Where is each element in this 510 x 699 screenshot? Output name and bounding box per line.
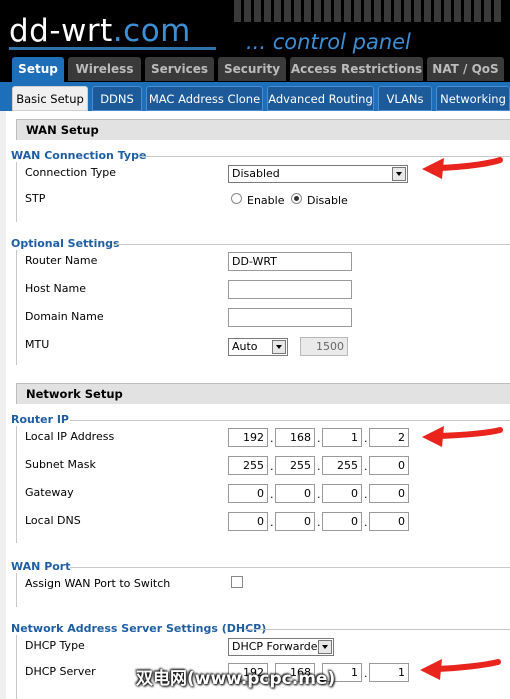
logo-underline <box>9 47 216 50</box>
tagline: ... control panel <box>246 30 411 54</box>
subtab-advanced-routing[interactable]: Advanced Routing <box>267 86 374 111</box>
ip-dot: . <box>317 460 321 473</box>
ip-dot: . <box>317 488 321 501</box>
ip-dot: . <box>317 432 321 445</box>
tab-wireless[interactable]: Wireless <box>68 57 141 81</box>
tab-security[interactable]: Security <box>218 57 286 81</box>
header-banner: dd-wrt.com ... control panel <box>0 0 510 56</box>
host-name-label: Host Name <box>25 282 86 295</box>
section-header-network-setup: Network Setup <box>16 383 510 404</box>
mtu-label: MTU <box>25 338 50 351</box>
red-arrow-icon <box>422 426 503 447</box>
dns-octet-3[interactable]: 0 <box>322 512 362 531</box>
local-ip-octet-2[interactable]: 168 <box>275 428 315 447</box>
local-ip-octet-3[interactable]: 1 <box>322 428 362 447</box>
group-divider <box>114 244 510 245</box>
stp-enable-radio[interactable] <box>231 193 242 204</box>
gateway-label: Gateway <box>25 486 74 499</box>
gateway-octet-1[interactable]: 0 <box>228 484 268 503</box>
dns-octet-4[interactable]: 0 <box>369 512 409 531</box>
local-ip-octet-1[interactable]: 192 <box>228 428 268 447</box>
ip-dot: . <box>364 488 368 501</box>
tab-nat-qos[interactable]: NAT / QoS <box>427 57 504 81</box>
ip-dot: . <box>364 460 368 473</box>
main-tab-bar: Setup Wireless Services Security Access … <box>0 56 510 82</box>
dhcp-type-select[interactable]: DHCP Forwarder <box>228 638 334 656</box>
tab-setup[interactable]: Setup <box>12 57 64 82</box>
ip-dot: . <box>364 516 368 529</box>
dns-octet-1[interactable]: 0 <box>228 512 268 531</box>
group-title-dhcp: Network Address Server Settings (DHCP) <box>11 622 267 635</box>
domain-name-input[interactable] <box>228 308 352 327</box>
group-title-wan-port: WAN Port <box>11 560 71 573</box>
local-ip-label: Local IP Address <box>25 430 115 443</box>
connection-type-select[interactable]: Disabled <box>228 165 408 183</box>
group-border <box>16 635 17 699</box>
section-header-wan-setup: WAN Setup <box>16 119 510 140</box>
group-border <box>16 426 17 543</box>
connection-type-value: Disabled <box>232 167 280 180</box>
stp-label: STP <box>25 192 46 205</box>
subnet-octet-1[interactable]: 255 <box>228 456 268 475</box>
chevron-down-icon <box>272 340 286 354</box>
subtab-networking[interactable]: Networking <box>436 86 510 111</box>
mtu-value-input: 1500 <box>300 337 348 356</box>
group-divider <box>244 629 510 630</box>
logo: dd-wrt.com <box>9 13 191 49</box>
red-arrow-icon <box>422 157 503 179</box>
assign-wan-port-checkbox[interactable] <box>231 576 243 588</box>
subnet-octet-2[interactable]: 255 <box>275 456 315 475</box>
dhcp-type-label: DHCP Type <box>25 639 85 652</box>
subnet-octet-3[interactable]: 255 <box>322 456 362 475</box>
group-border <box>16 250 17 365</box>
mtu-mode-select[interactable]: Auto <box>228 338 288 356</box>
gateway-octet-4[interactable]: 0 <box>369 484 409 503</box>
ip-dot: . <box>270 516 274 529</box>
group-title-optional-settings: Optional Settings <box>11 237 120 250</box>
local-ip-octet-4[interactable]: 2 <box>369 428 409 447</box>
watermark: 双电网(www.pcpc.me) <box>136 669 336 689</box>
dns-octet-2[interactable]: 0 <box>275 512 315 531</box>
red-arrow-icon <box>420 659 501 680</box>
subtab-basic-setup[interactable]: Basic Setup <box>12 86 88 111</box>
group-title-router-ip: Router IP <box>11 413 69 426</box>
group-title-wan-connection-type: WAN Connection Type <box>11 149 147 162</box>
assign-wan-port-label: Assign WAN Port to Switch <box>25 577 171 590</box>
tab-access-restrictions[interactable]: Access Restrictions <box>290 57 423 81</box>
gateway-octet-2[interactable]: 0 <box>275 484 315 503</box>
subnet-octet-4[interactable]: 0 <box>369 456 409 475</box>
subtab-mac-address-clone[interactable]: MAC Address Clone <box>146 86 263 111</box>
router-name-label: Router Name <box>25 254 98 267</box>
dhcp-server-label: DHCP Server <box>25 665 96 678</box>
host-name-input[interactable] <box>228 280 352 299</box>
gateway-octet-3[interactable]: 0 <box>322 484 362 503</box>
connection-type-label: Connection Type <box>25 166 117 179</box>
header-decoration <box>234 0 510 22</box>
dhcp-type-value: DHCP Forwarder <box>232 640 323 653</box>
subtab-vlans[interactable]: VLANs <box>378 86 432 111</box>
ip-dot: . <box>364 432 368 445</box>
stp-enable-label: Enable <box>247 194 285 207</box>
stp-disable-label: Disable <box>307 194 348 207</box>
sub-tab-bar: Basic Setup DDNS MAC Address Clone Advan… <box>0 82 510 111</box>
ip-dot: . <box>270 460 274 473</box>
ip-dot: . <box>270 488 274 501</box>
ip-dot: . <box>364 667 368 680</box>
mtu-mode-value: Auto <box>232 340 258 353</box>
ip-dot: . <box>270 432 274 445</box>
group-border <box>16 573 17 607</box>
ip-dot: . <box>317 516 321 529</box>
subnet-mask-label: Subnet Mask <box>25 458 96 471</box>
subtab-ddns[interactable]: DDNS <box>92 86 142 111</box>
group-border <box>16 162 17 222</box>
dhcp-server-octet-4[interactable]: 1 <box>369 663 409 682</box>
stp-disable-radio[interactable] <box>291 193 302 204</box>
domain-name-label: Domain Name <box>25 310 104 323</box>
chevron-down-icon <box>318 640 332 654</box>
group-divider <box>70 567 510 568</box>
local-dns-label: Local DNS <box>25 514 81 527</box>
router-name-input[interactable]: DD-WRT <box>228 252 352 271</box>
chevron-down-icon <box>392 167 406 181</box>
tab-services[interactable]: Services <box>145 57 214 81</box>
